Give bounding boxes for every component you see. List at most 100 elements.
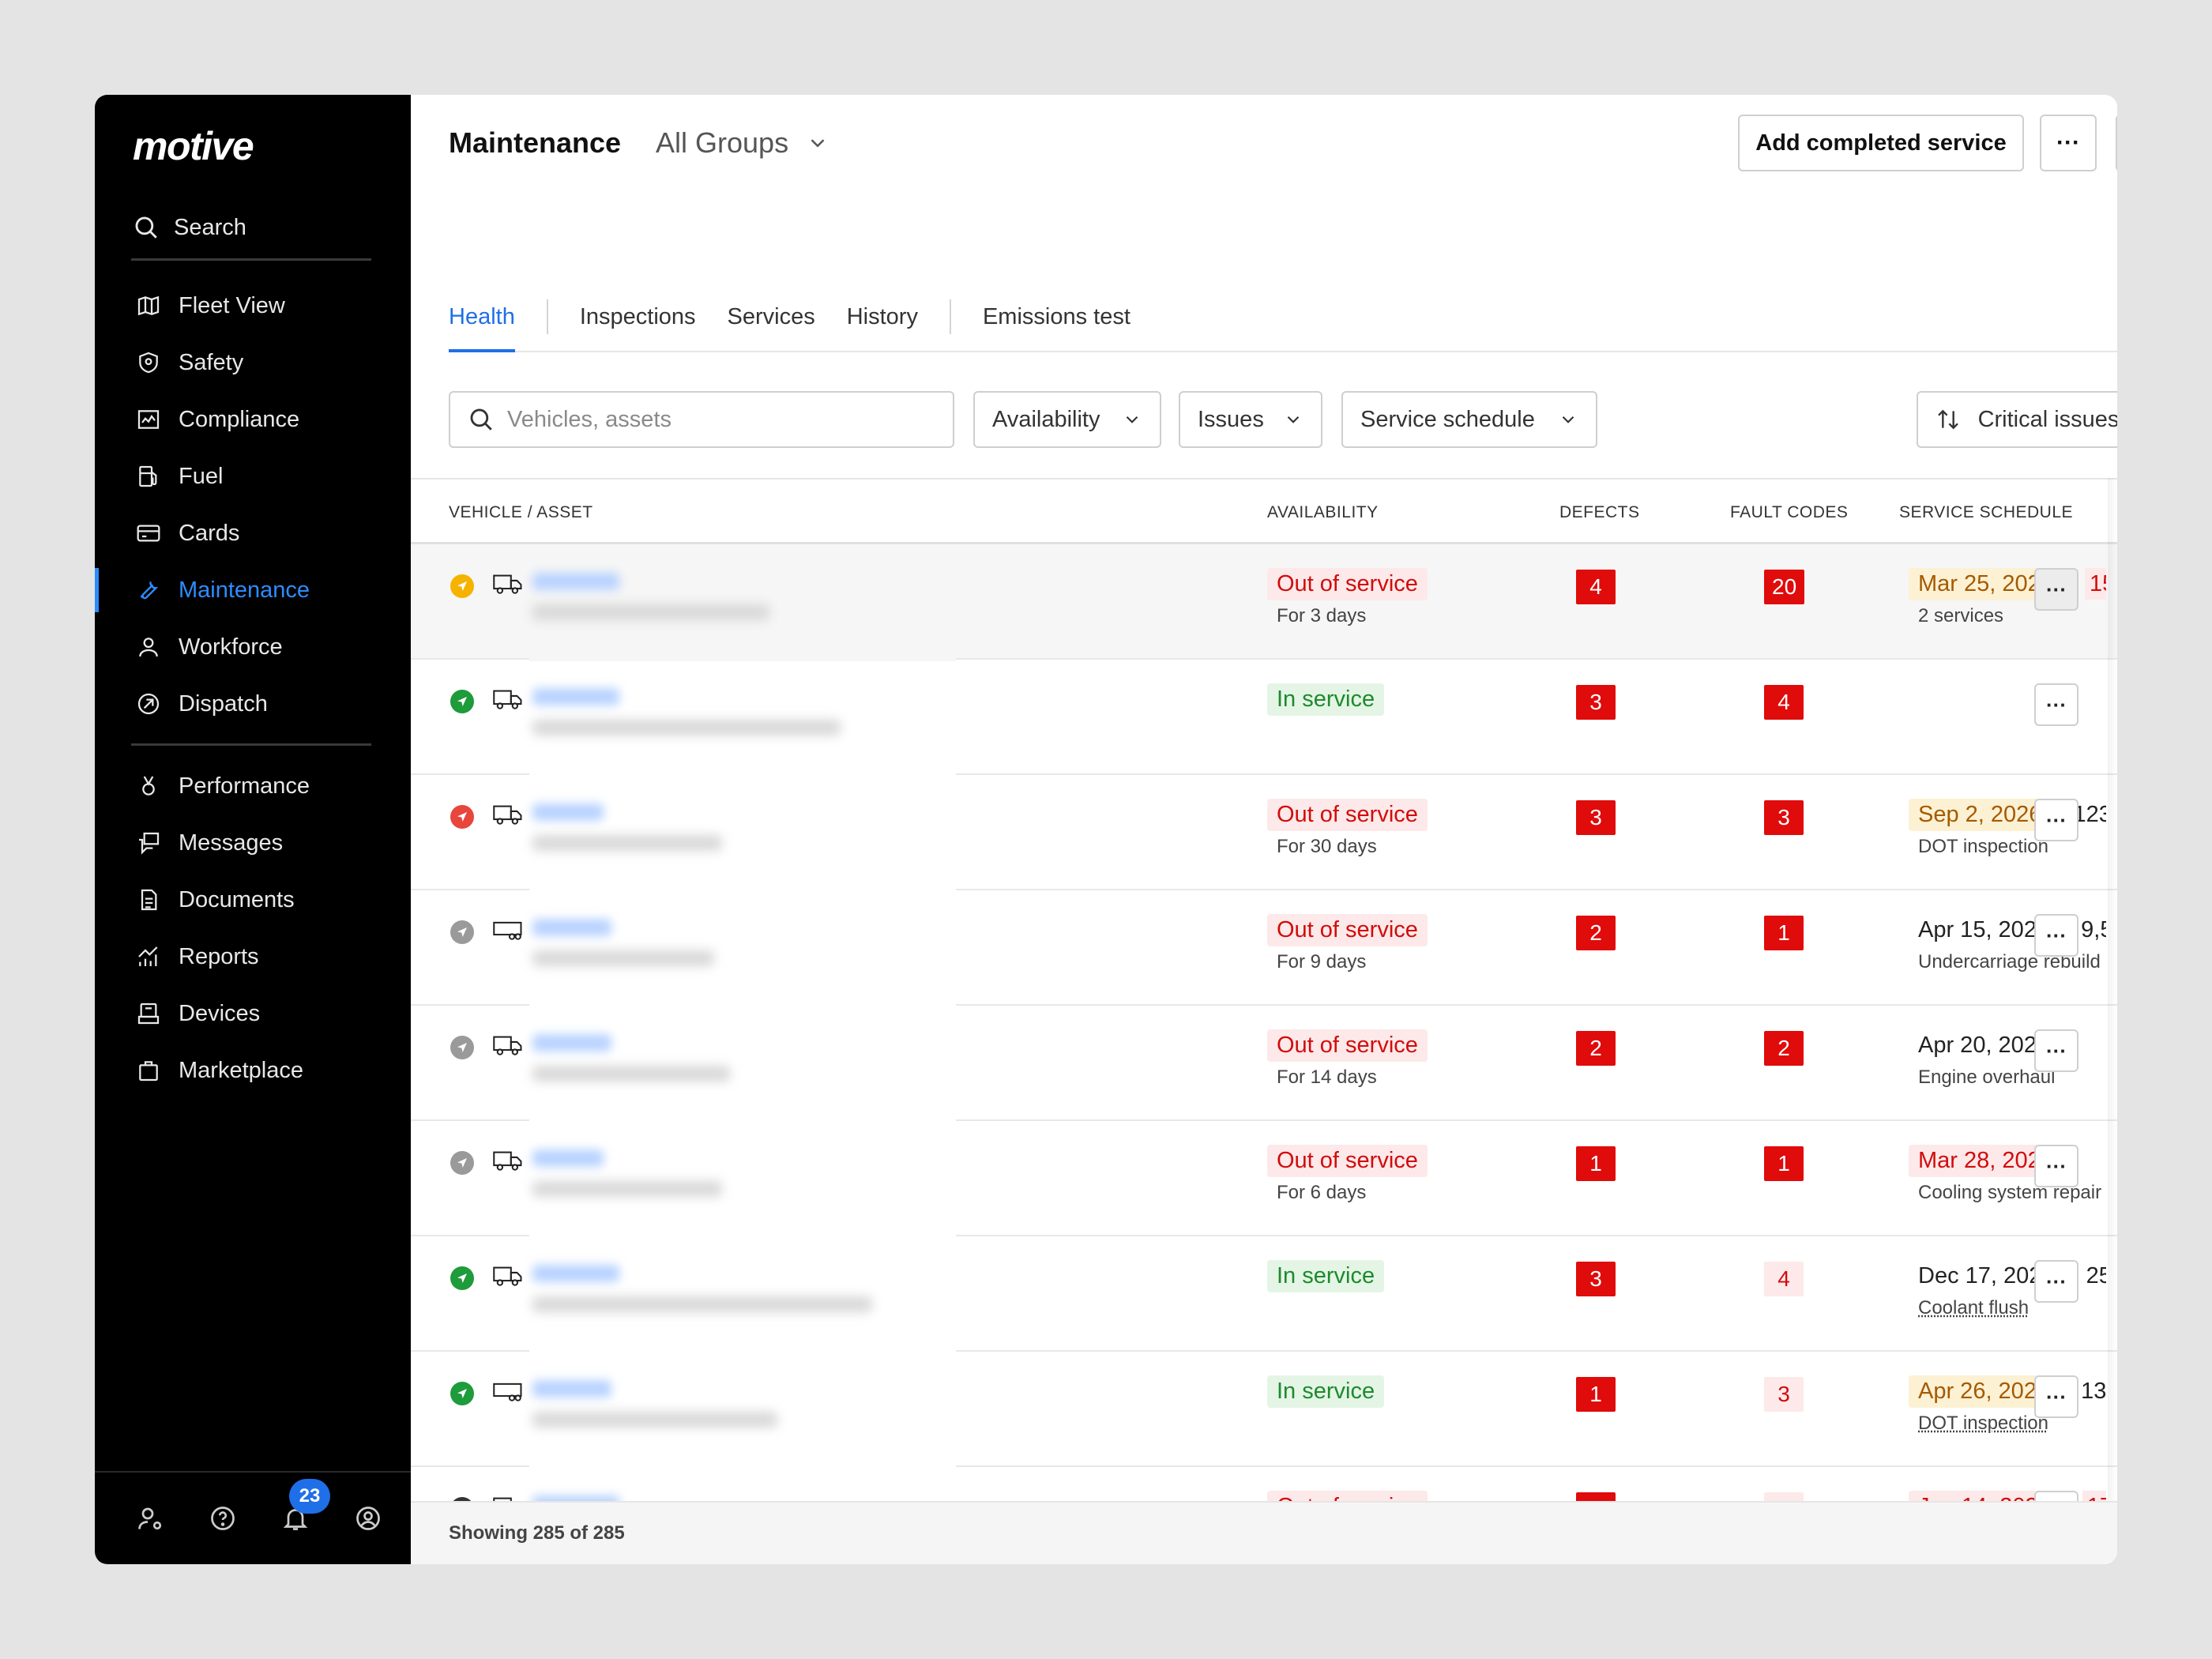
fault-codes-count[interactable]: 4: [1764, 1262, 1804, 1296]
sidebar-item-safety[interactable]: Safety: [95, 334, 411, 391]
vehicle-name-redacted[interactable]: [529, 797, 956, 892]
sidebar-item-compliance[interactable]: Compliance: [95, 391, 411, 448]
vehicle-name-redacted[interactable]: [529, 566, 956, 661]
user-settings-icon[interactable]: [134, 1503, 166, 1534]
row-more-button[interactable]: ···: [2034, 1260, 2078, 1303]
map-icon: [134, 292, 163, 320]
availability-pill: In service: [1267, 1260, 1385, 1292]
availability-pill: In service: [1267, 1375, 1385, 1408]
user-settings-button[interactable]: [2116, 115, 2117, 171]
sidebar-item-fuel[interactable]: Fuel: [95, 448, 411, 505]
sidebar-item-label: Dispatch: [179, 690, 268, 717]
vehicle-name-redacted[interactable]: [529, 1374, 956, 1469]
defects-count[interactable]: 3: [1576, 800, 1616, 835]
help-icon[interactable]: [207, 1503, 239, 1534]
sidebar-item-messages[interactable]: Messages: [95, 814, 411, 871]
sidebar-item-workforce[interactable]: Workforce: [95, 619, 411, 675]
fault-codes-count[interactable]: 20: [1764, 570, 1805, 604]
column-defects[interactable]: DEFECTS: [1559, 503, 1640, 522]
table-row[interactable]: In service 3 4 ···: [411, 660, 2117, 777]
sidebar-item-marketplace[interactable]: Marketplace: [95, 1042, 411, 1099]
sidebar-item-maintenance[interactable]: Maintenance: [95, 562, 411, 619]
sidebar-item-documents[interactable]: Documents: [95, 871, 411, 928]
vehicle-name-redacted[interactable]: [529, 1258, 956, 1353]
chevron-down-icon: [1562, 416, 1574, 423]
fault-codes-count[interactable]: 1: [1764, 1146, 1804, 1181]
sidebar-item-label: Documents: [179, 886, 295, 912]
service-schedule-filter[interactable]: Service schedule: [1341, 391, 1597, 448]
defects-count[interactable]: 2: [1576, 916, 1616, 950]
tab-inspections[interactable]: Inspections: [580, 283, 696, 351]
notifications-icon[interactable]: 23: [280, 1479, 330, 1534]
table-row[interactable]: In service 1 3 Apr 26, 2026/13DOT inspec…: [411, 1352, 2117, 1469]
column-vehicle-asset[interactable]: VEHICLE / ASSET: [449, 503, 593, 522]
group-selector[interactable]: All Groups: [656, 126, 830, 160]
defects-count[interactable]: 3: [1576, 685, 1616, 720]
location-status-icon: [450, 920, 474, 944]
row-more-button[interactable]: ···: [2034, 799, 2078, 841]
sidebar-item-label: Reports: [179, 943, 259, 969]
schedule-mileage: 13: [2081, 1379, 2106, 1404]
location-status-icon: [450, 1036, 474, 1059]
vehicle-name-redacted[interactable]: [529, 912, 956, 1007]
availability-filter[interactable]: Availability: [973, 391, 1161, 448]
table-row[interactable]: Out of service For 9 days 2 1 Apr 15, 20…: [411, 890, 2117, 1007]
sidebar-search[interactable]: Search: [133, 204, 246, 251]
table-row[interactable]: Out of service For 6 days 1 1 Mar 28, 20…: [411, 1121, 2117, 1238]
column-fault-codes[interactable]: FAULT CODES: [1730, 503, 1848, 522]
row-more-button[interactable]: ···: [2034, 568, 2078, 611]
sidebar-item-label: Messages: [179, 830, 284, 856]
vehicle-search-input[interactable]: Vehicles, assets: [449, 391, 954, 448]
column-availability[interactable]: AVAILABILITY: [1267, 503, 1379, 522]
row-more-button[interactable]: ···: [2034, 914, 2078, 957]
defects-count[interactable]: 4: [1576, 570, 1616, 604]
tab-emissions-test[interactable]: Emissions test: [983, 283, 1130, 351]
defects-count[interactable]: 3: [1576, 1262, 1616, 1296]
sidebar-item-reports[interactable]: Reports: [95, 928, 411, 985]
sidebar-item-dispatch[interactable]: Dispatch: [95, 675, 411, 732]
fault-codes-count[interactable]: 3: [1764, 800, 1804, 835]
row-more-button[interactable]: ···: [2034, 683, 2078, 726]
sidebar-item-fleet-view[interactable]: Fleet View: [95, 277, 411, 334]
table-row[interactable]: Out of service For 30 days 3 3 Sep 2, 20…: [411, 775, 2117, 892]
column-service-schedule[interactable]: SERVICE SCHEDULE: [1899, 503, 2073, 522]
sidebar-divider: [131, 743, 371, 746]
defects-count[interactable]: 2: [1576, 1031, 1616, 1066]
sidebar-item-performance[interactable]: Performance: [95, 758, 411, 814]
table-row[interactable]: Out of service For 14 days 2 2 Apr 20, 2…: [411, 1006, 2117, 1123]
row-more-button[interactable]: ···: [2034, 1145, 2078, 1187]
truck-icon: [493, 1265, 523, 1292]
tab-health[interactable]: Health: [449, 283, 515, 352]
vehicle-health-table: VEHICLE / ASSET AVAILABILITY DEFECTS FAU…: [411, 478, 2117, 1564]
tab-history[interactable]: History: [847, 283, 918, 351]
defects-badge: 2: [1576, 916, 1616, 950]
fault-codes-count[interactable]: 3: [1764, 1377, 1804, 1412]
medal-icon: [134, 772, 163, 800]
chevron-down-icon: [1287, 416, 1300, 423]
row-more-button[interactable]: ···: [2034, 1375, 2078, 1418]
fault-codes-count[interactable]: 1: [1764, 916, 1804, 950]
defects-badge: 3: [1576, 800, 1616, 835]
vehicle-name-redacted[interactable]: [529, 1143, 956, 1238]
table-row[interactable]: In service 3 4 Dec 17, 2026/25Coolant fl…: [411, 1236, 2117, 1353]
sort-dropdown[interactable]: Critical issues: [1917, 391, 2117, 448]
person-icon: [134, 633, 163, 661]
tab-separator: [949, 299, 951, 334]
fault-codes-count[interactable]: 2: [1764, 1031, 1804, 1066]
motive-logo[interactable]: motive: [133, 123, 254, 169]
vehicle-name-redacted[interactable]: [529, 1028, 956, 1123]
tab-services[interactable]: Services: [728, 283, 815, 351]
account-icon[interactable]: [352, 1503, 384, 1534]
sidebar-item-cards[interactable]: Cards: [95, 505, 411, 562]
dispatch-icon: [134, 690, 163, 718]
sidebar-item-devices[interactable]: Devices: [95, 985, 411, 1042]
table-row[interactable]: Out of service For 3 days 4 20 Mar 25, 2…: [411, 544, 2117, 661]
vehicle-name-redacted[interactable]: [529, 682, 956, 777]
fault-codes-count[interactable]: 4: [1764, 685, 1804, 720]
row-more-button[interactable]: ···: [2034, 1029, 2078, 1072]
defects-count[interactable]: 1: [1576, 1377, 1616, 1412]
defects-count[interactable]: 1: [1576, 1146, 1616, 1181]
issues-filter[interactable]: Issues: [1179, 391, 1322, 448]
add-completed-service-button[interactable]: Add completed service: [1738, 115, 2024, 171]
more-options-button[interactable]: ···: [2040, 115, 2097, 171]
